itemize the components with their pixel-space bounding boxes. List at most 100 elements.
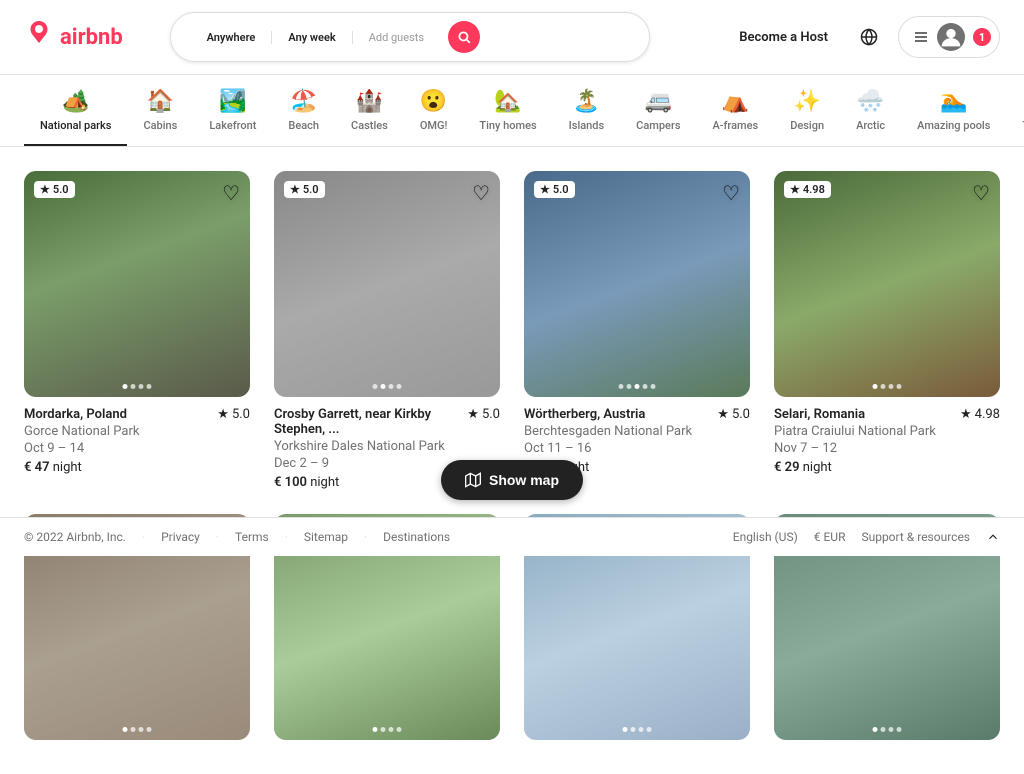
card-image-4: ★4.98 ♡: [774, 171, 1000, 397]
card-image-2: ★5.0 ♡: [274, 171, 500, 397]
category-lakefront[interactable]: 🏞️ Lakefront: [193, 91, 272, 146]
hamburger-icon: [913, 29, 929, 45]
location-label: Anywhere: [207, 31, 256, 44]
dot-indicators-2: [373, 384, 402, 389]
dot-3-5: [651, 384, 656, 389]
category-castles[interactable]: 🏰 Castles: [335, 91, 404, 146]
wishlist-button-2[interactable]: ♡: [472, 181, 490, 206]
category-arctic-label: Arctic: [856, 119, 885, 132]
card-info-8: [774, 740, 1000, 750]
category-national-parks-label: National parks: [40, 119, 111, 132]
footer-sitemap-link[interactable]: Sitemap: [304, 530, 348, 544]
header-right: Become a Host 1: [727, 16, 1000, 58]
lakefront-icon: 🏞️: [219, 91, 246, 113]
category-tiny-homes[interactable]: 🏡 Tiny homes: [463, 91, 552, 146]
star-rating-4: ★ 4.98: [960, 407, 1000, 422]
footer-currency-link[interactable]: € EUR: [814, 530, 846, 544]
footer-terms-link[interactable]: Terms: [235, 530, 269, 544]
listing-card-2[interactable]: ★5.0 ♡ Crosby Garrett, near Kirkby Steph…: [274, 171, 500, 490]
footer-copyright: © 2022 Airbnb, Inc.: [24, 530, 126, 544]
category-lakefront-label: Lakefront: [209, 119, 256, 132]
logo-text: airbnb: [60, 25, 123, 50]
wishlist-button-1[interactable]: ♡: [222, 181, 240, 206]
separator-2: ·: [216, 530, 219, 544]
a-frames-icon: ⛺: [722, 91, 749, 113]
category-campers-label: Campers: [636, 119, 680, 132]
week-section[interactable]: Any week: [272, 31, 352, 44]
dot-indicators-5: [123, 727, 152, 732]
language-button[interactable]: [852, 20, 886, 54]
star-rating-2: ★ 5.0: [467, 407, 500, 422]
category-cabins-label: Cabins: [143, 119, 177, 132]
footer: © 2022 Airbnb, Inc. · Privacy · Terms · …: [0, 517, 1024, 556]
footer-support-link[interactable]: Support & resources: [861, 530, 970, 544]
category-national-parks[interactable]: 🏕️ National parks: [24, 91, 127, 146]
category-design[interactable]: ✨ Design: [774, 91, 840, 146]
dot-3-1: [619, 384, 624, 389]
category-treehouses[interactable]: 🌲 Treehouses: [1006, 91, 1024, 146]
dot-4-4: [897, 384, 902, 389]
dot-3-2: [627, 384, 632, 389]
star-rating-3: ★ 5.0: [717, 407, 750, 422]
week-label: Any week: [288, 31, 335, 44]
islands-icon: 🏝️: [573, 91, 600, 113]
dot-indicators-7: [623, 727, 652, 732]
footer-right: English (US) € EUR Support & resources: [733, 530, 1000, 544]
rating-badge-1: ★5.0: [34, 181, 75, 198]
listing-card-3[interactable]: ★5.0 ♡ Wörtherberg, Austria ★ 5.0 Bercht…: [524, 171, 750, 490]
rating-badge-2: ★5.0: [284, 181, 325, 198]
card-title-3: Wörtherberg, Austria: [524, 407, 645, 422]
category-islands[interactable]: 🏝️ Islands: [553, 91, 621, 146]
category-arctic[interactable]: 🌨️ Arctic: [840, 91, 901, 146]
dot-1-1: [123, 384, 128, 389]
card-dates-1: Oct 9 – 14: [24, 441, 250, 456]
amazing-pools-icon: 🏊: [940, 91, 967, 113]
become-host-link[interactable]: Become a Host: [727, 22, 840, 53]
header: airbnb Anywhere Any week Add guests Beco…: [0, 0, 1024, 75]
logo[interactable]: airbnb: [24, 21, 123, 53]
category-beach[interactable]: 🏖️ Beach: [272, 91, 335, 146]
search-bar[interactable]: Anywhere Any week Add guests: [170, 12, 650, 62]
dot-1-4: [147, 384, 152, 389]
card-info-1: Mordarka, Poland ★ 5.0 Gorce National Pa…: [24, 397, 250, 475]
design-icon: ✨: [793, 91, 820, 113]
dot-indicators-3: [619, 384, 656, 389]
dot-4-2: [881, 384, 886, 389]
map-icon: [465, 472, 481, 488]
wishlist-button-3[interactable]: ♡: [722, 181, 740, 206]
category-campers[interactable]: 🚐 Campers: [620, 91, 696, 146]
dot-2-3: [389, 384, 394, 389]
guests-section[interactable]: Add guests: [353, 31, 440, 44]
dot-3-3: [635, 384, 640, 389]
airbnb-logo-icon: [24, 21, 54, 53]
listing-card-1[interactable]: ★5.0 ♡ Mordarka, Poland ★ 5.0 Gorce Nati…: [24, 171, 250, 490]
listing-card-4[interactable]: ★4.98 ♡ Selari, Romania ★ 4.98 Piatra Cr…: [774, 171, 1000, 490]
separator-1: ·: [142, 530, 145, 544]
search-icon: [457, 30, 471, 44]
dot-1-2: [131, 384, 136, 389]
omg-icon: 😮: [420, 91, 447, 113]
card-image-1: ★5.0 ♡: [24, 171, 250, 397]
wishlist-button-4[interactable]: ♡: [972, 181, 990, 206]
user-menu[interactable]: 1: [898, 16, 1000, 58]
search-button[interactable]: [448, 21, 480, 53]
dot-2-1: [373, 384, 378, 389]
category-cabins[interactable]: 🏠 Cabins: [127, 91, 193, 146]
category-amazing-pools[interactable]: 🏊 Amazing pools: [901, 91, 1006, 146]
footer-language-link[interactable]: English (US): [733, 530, 798, 544]
card-title-4: Selari, Romania: [774, 407, 865, 422]
show-map-label: Show map: [489, 472, 559, 488]
guests-label: Add guests: [369, 31, 424, 44]
location-section[interactable]: Anywhere: [191, 31, 273, 44]
category-a-frames[interactable]: ⛺ A-frames: [697, 91, 775, 146]
show-map-button[interactable]: Show map: [441, 460, 583, 500]
card-subtitle-3: Berchtesgaden National Park: [524, 424, 750, 439]
card-image-3: ★5.0 ♡: [524, 171, 750, 397]
category-omg-label: OMG!: [420, 119, 448, 132]
footer-privacy-link[interactable]: Privacy: [161, 530, 200, 544]
dot-indicators-4: [873, 384, 902, 389]
footer-destinations-link[interactable]: Destinations: [383, 530, 450, 544]
card-title-2: Crosby Garrett, near Kirkby Stephen, ...: [274, 407, 467, 437]
category-omg[interactable]: 😮 OMG!: [404, 91, 464, 146]
card-info-4: Selari, Romania ★ 4.98 Piatra Craiului N…: [774, 397, 1000, 475]
